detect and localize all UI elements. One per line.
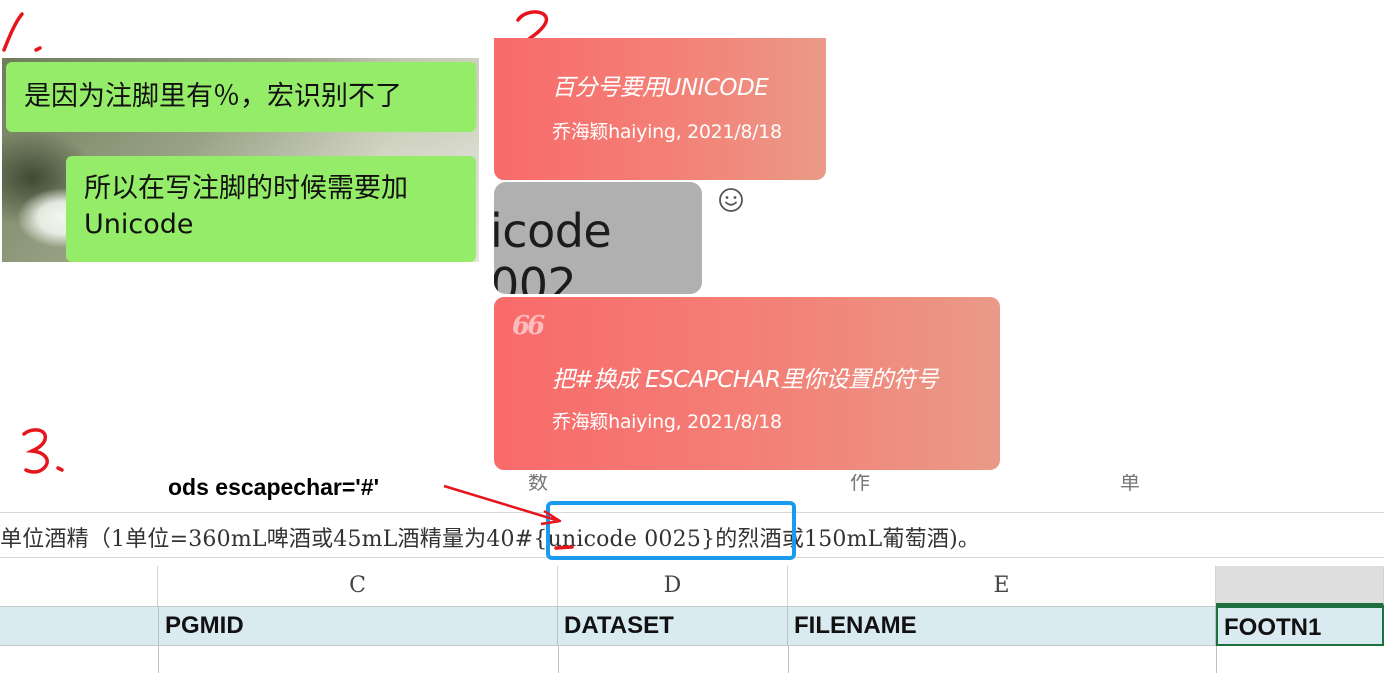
partial-label-2: 作 (850, 474, 870, 494)
quote-2-text: 把#换成 ESCAPCHAR里你设置的符号 (552, 367, 938, 393)
cell-dataset[interactable]: DATASET (558, 606, 788, 646)
quote-2-author: 乔海颖haiying, 2021/8/18 (552, 411, 782, 433)
code-snippet-text: icode 002 (494, 204, 612, 294)
chat-screenshot: 是因为注脚里有％，宏识别不了 所以在写注脚的时候需要加 Unicode (2, 58, 479, 262)
code-snippet-image: icode 002 (494, 182, 702, 294)
quote-mark-icon: 66 (512, 311, 545, 341)
column-header-e[interactable]: E (788, 566, 1216, 606)
step-3-marker (22, 428, 64, 474)
quote-card-1: 百分号要用UNICODE 乔海颖haiying, 2021/8/18 (494, 38, 826, 180)
highlight-box (546, 501, 796, 560)
escapechar-label: ods escapechar='#' (168, 474, 380, 500)
chat-bubble-1: 是因为注脚里有％，宏识别不了 (6, 62, 476, 132)
column-header-c[interactable]: C (158, 566, 558, 606)
column-header-d[interactable]: D (558, 566, 788, 606)
formula-prefix: 单位酒精（1单位=360mL啤酒或45mL酒精量为40 (0, 527, 515, 552)
annotation-arrow (443, 484, 574, 550)
column-header-f[interactable] (1216, 566, 1384, 606)
chat-message-2-line1: 所以在写注脚的时候需要加 (84, 173, 408, 204)
next-row-line (0, 646, 1384, 673)
quote-1-text: 百分号要用UNICODE (552, 75, 769, 101)
chat-bubble-2: 所以在写注脚的时候需要加 Unicode (66, 156, 476, 262)
chat-message-1-text: 是因为注脚里有％，宏识别不了 (24, 81, 402, 112)
partial-label-3: 单 (1120, 474, 1140, 494)
cell-footn1[interactable]: FOOTN1 (1216, 606, 1384, 646)
quote-1-author: 乔海颖haiying, 2021/8/18 (552, 121, 782, 143)
chat-message-2-line2: Unicode (84, 209, 194, 240)
step-1-marker (2, 12, 42, 52)
column-header-b[interactable] (0, 566, 158, 606)
cell-filename[interactable]: FILENAME (788, 606, 1216, 646)
quote-card-2: 66 把#换成 ESCAPCHAR里你设置的符号 乔海颖haiying, 202… (494, 297, 1000, 470)
emoji-reaction-icon[interactable] (718, 187, 744, 213)
cell-pgmid[interactable]: PGMID (158, 606, 558, 646)
